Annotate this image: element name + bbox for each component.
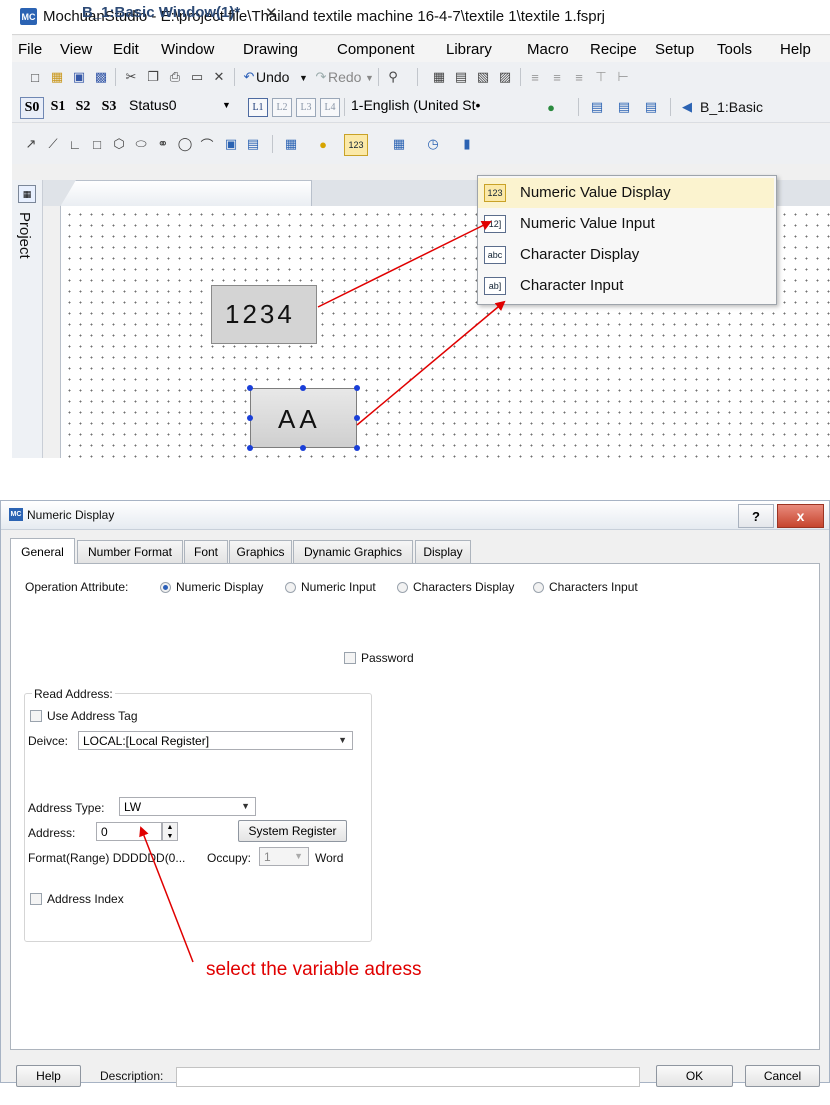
annotation-arrow — [139, 826, 194, 963]
arrow-to-numeric-input — [317, 221, 492, 308]
editor-window-screenshot: MC MochuanStudio - E:\project file\Thail… — [12, 0, 830, 458]
cancel-button[interactable]: Cancel — [745, 1065, 820, 1087]
annotation-arrows — [317, 221, 506, 426]
description-label: Description: — [100, 1069, 164, 1083]
arrow-to-character-input — [356, 300, 506, 426]
ok-button[interactable]: OK — [656, 1065, 733, 1087]
description-input[interactable] — [176, 1067, 640, 1087]
help-button[interactable]: Help — [16, 1065, 81, 1087]
arrow-to-address-field — [139, 826, 194, 963]
tab-general[interactable]: General — [10, 538, 75, 564]
